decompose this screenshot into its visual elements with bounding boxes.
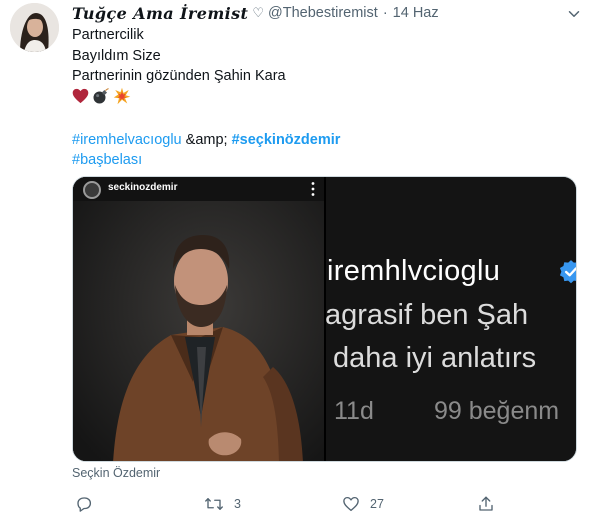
comment-likes: 99 beğenm [434, 397, 560, 425]
verified-badge-icon [559, 260, 576, 284]
retweet-icon [204, 495, 224, 513]
instagram-username: seckinozdemir [108, 182, 178, 193]
comment-text-line: daha iyi anlatırs [333, 342, 537, 374]
retweet-count: 3 [234, 497, 241, 511]
tweet-line: Partnerinin gözünden Şahin Kara [72, 68, 286, 84]
retweet-button[interactable]: 3 [204, 492, 241, 516]
author-avatar[interactable] [10, 3, 59, 52]
tweet-line: Bayıldım Size [72, 47, 161, 64]
tweet-media[interactable]: seckinozdemir iremhlvcioglu agrasif ben … [72, 176, 577, 462]
hashtag-basbelasi[interactable]: #başbelası [72, 152, 142, 168]
comment-time: 11d [334, 397, 374, 425]
media-photo-right[interactable]: iremhlvcioglu agrasif ben Şah daha iyi a… [326, 177, 576, 461]
media-photo-left[interactable]: seckinozdemir [73, 177, 324, 461]
tweet-actions: 3 27 [72, 492, 577, 516]
author-display-name[interactable]: Tuğçe Ama İremist [72, 4, 248, 23]
hashtag-line: #başbelası [72, 150, 577, 171]
hashtag-seckinozdemir[interactable]: #seçkinözdemir [232, 132, 341, 148]
reply-icon [75, 495, 93, 513]
tweet-line: Partnercilik [72, 27, 144, 43]
instagram-header-bar: seckinozdemir [73, 177, 324, 201]
author-handle[interactable]: @Thebestiremist [268, 5, 378, 21]
hashtag-line: #iremhelvacıoglu &amp; #seçkinözdemir [72, 130, 577, 151]
comment-username: iremhlvcioglu [327, 255, 501, 287]
separator-dot: · [382, 5, 388, 21]
heart-emoji [72, 88, 89, 110]
name-heart-symbol: ♡ [252, 5, 264, 20]
tweet[interactable]: Tuğçe Ama İremist ♡ @Thebestiremist · 14… [0, 0, 594, 520]
bomb-emoji [92, 87, 110, 111]
share-icon [477, 495, 495, 513]
tweet-timestamp[interactable]: 14 Haz [393, 5, 439, 21]
collision-emoji [113, 87, 131, 111]
like-count: 27 [370, 497, 384, 511]
instagram-avatar [83, 181, 101, 199]
media-caption[interactable]: Seçkin Özdemir [72, 466, 160, 480]
like-button[interactable]: 27 [342, 492, 384, 516]
tweet-header: Tuğçe Ama İremist ♡ @Thebestiremist · 14… [72, 3, 439, 23]
emoji-line [72, 87, 577, 111]
hashtag-separator: &amp; [181, 131, 232, 148]
share-button[interactable] [477, 492, 495, 516]
more-options-icon[interactable] [563, 4, 585, 24]
vertical-dots-icon [311, 182, 315, 196]
heart-icon [342, 495, 360, 513]
reply-button[interactable] [75, 492, 103, 516]
tweet-text: Partnercilik Bayıldım Size Partnerinin g… [72, 25, 577, 171]
comment-text-line: agrasif ben Şah [326, 299, 529, 331]
hashtag-iremhelvacioglu[interactable]: #iremhelvacıoglu [72, 132, 182, 148]
